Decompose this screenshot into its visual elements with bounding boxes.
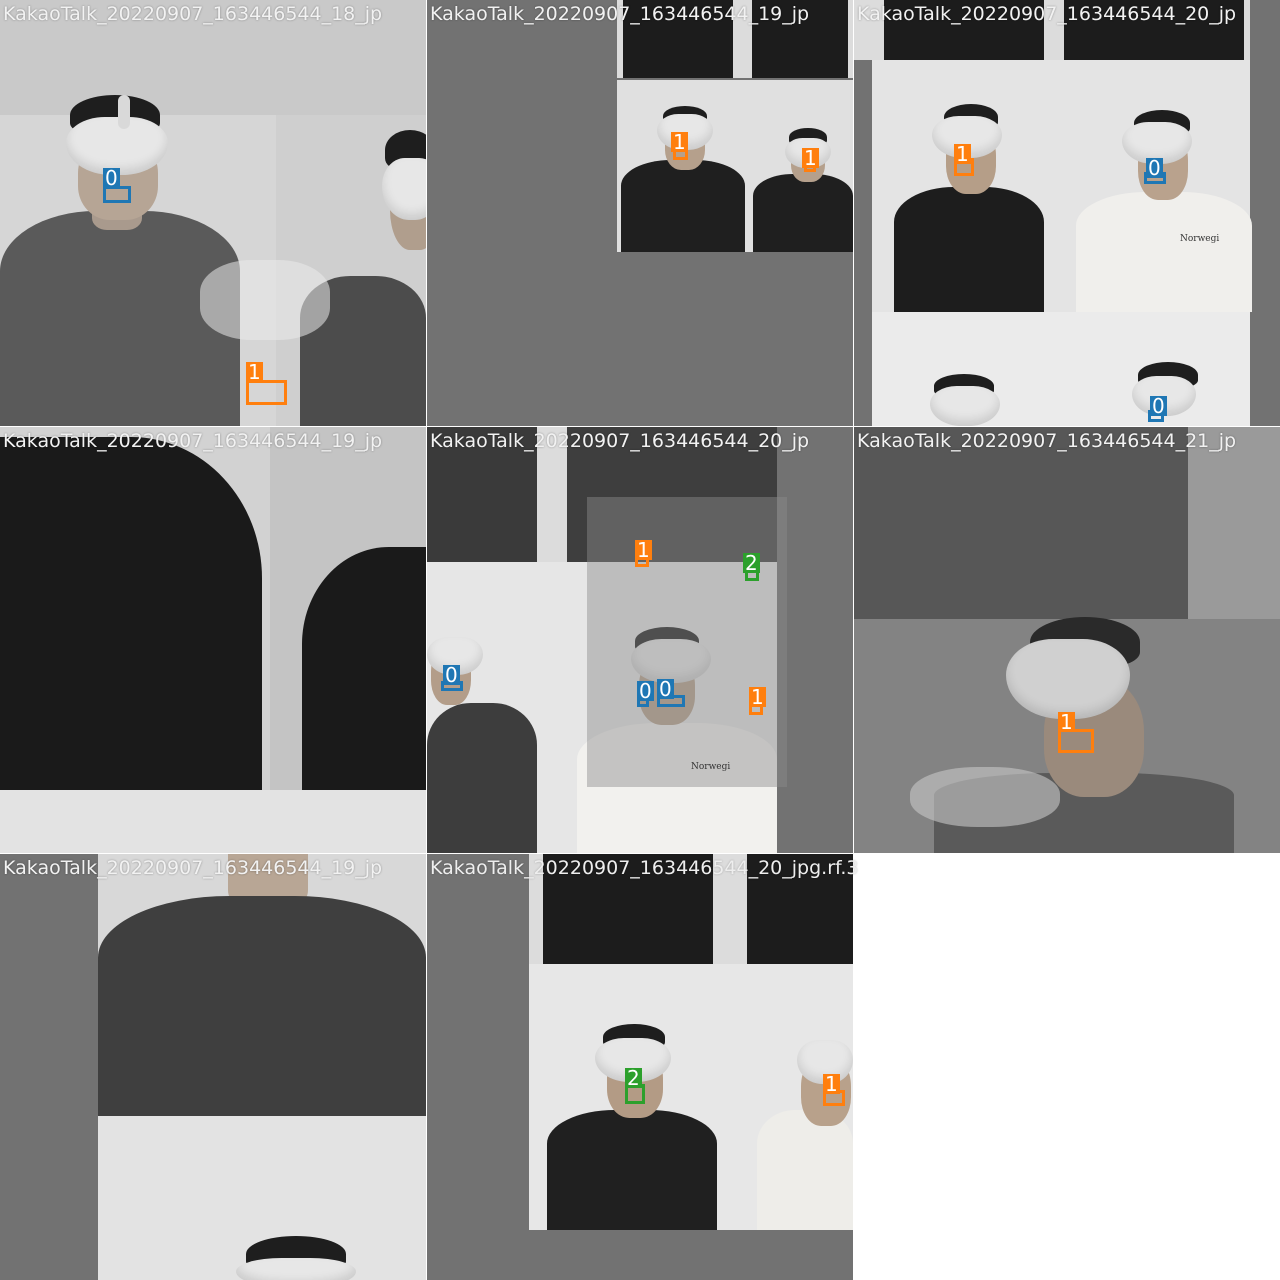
detection-label: 0	[443, 663, 460, 687]
detection-label: 1	[1058, 710, 1075, 734]
photo-panel	[1188, 427, 1280, 619]
person-with-vr-headset	[757, 1024, 853, 1230]
person-with-vr-headset	[924, 374, 1004, 426]
shirt-sleeve-closeup	[302, 547, 426, 790]
person-with-vr-headset	[427, 627, 537, 853]
image-filename: KakaoTalk_20220907_163446544_19_jp	[430, 3, 810, 25]
person-with-vr-headset	[621, 100, 745, 252]
shirt-closeup	[854, 427, 1194, 619]
image-filename: KakaoTalk_20220907_163446544_20_jp	[857, 3, 1237, 25]
mosaic-tile-8: 2 1 KakaoTalk_20220907_163446544_20_jpg.…	[427, 854, 858, 1280]
person-with-vr-headset	[547, 1024, 717, 1230]
image-filename: KakaoTalk_20220907_163446544_20_jpg.rf.3	[430, 857, 859, 879]
image-filename: KakaoTalk_20220907_163446544_19_jp	[3, 430, 383, 452]
person-with-vr-headset	[1076, 110, 1252, 312]
mosaic-tile-4: KakaoTalk_20220907_163446544_19_jp	[0, 427, 426, 853]
detection-label: 1	[246, 360, 263, 384]
image-filename: KakaoTalk_20220907_163446544_20_jp	[430, 430, 810, 452]
image-filename: KakaoTalk_20220907_163446544_21_jp	[857, 430, 1237, 452]
faded-overlay-headset	[910, 767, 1060, 827]
person-with-vr-headset	[894, 100, 1044, 312]
detection-label: 1	[749, 685, 766, 709]
person-with-vr-headset	[753, 126, 853, 252]
shirt-print-text: Norwegi	[691, 762, 731, 772]
mosaic-tile-1: 0 1 KakaoTalk_20220907_163446544_18_jp	[0, 0, 426, 426]
shirt-print-text: Norwegi	[1180, 234, 1220, 244]
image-filename: KakaoTalk_20220907_163446544_18_jp	[3, 3, 383, 25]
detection-label: 2	[625, 1066, 642, 1090]
mosaic-tile-6: 1 KakaoTalk_20220907_163446544_21_jp	[854, 427, 1280, 853]
floor-area	[0, 790, 426, 853]
person-cropped	[98, 854, 426, 1116]
person-with-vr-headset	[236, 1236, 356, 1280]
detection-label: 1	[954, 142, 971, 166]
faded-overlay-headset	[200, 260, 330, 340]
detection-label: 2	[743, 551, 760, 575]
mosaic-tile-3: Norwegi 1 0 0 KakaoTalk_20220907_1634465…	[854, 0, 1280, 426]
detection-label: 0	[637, 679, 654, 703]
detection-label: 1	[823, 1072, 840, 1096]
detection-label: 1	[802, 146, 819, 170]
detection-label: 0	[657, 677, 674, 701]
detection-label: 0	[1150, 394, 1167, 418]
image-filename: KakaoTalk_20220907_163446544_19_jp	[3, 857, 383, 879]
mosaic-tile-7: KakaoTalk_20220907_163446544_19_jp	[0, 854, 426, 1280]
empty-cell	[854, 854, 1280, 1280]
person-with-vr-headset	[0, 95, 240, 426]
shirt-sleeve-closeup	[0, 437, 262, 790]
detection-label: 0	[1146, 156, 1163, 180]
person-with-vr-headset	[1130, 362, 1210, 426]
detection-label: 0	[103, 166, 120, 190]
mosaic-tile-5: Norwegi 1 2 0 0 0 1 KakaoTalk_20220907_1…	[427, 427, 853, 853]
mosaic-tile-2: 1 1 KakaoTalk_20220907_163446544_19_jp	[427, 0, 853, 426]
detection-label: 1	[635, 538, 652, 562]
faded-overlay-image	[587, 497, 787, 787]
detection-label: 1	[671, 130, 688, 154]
